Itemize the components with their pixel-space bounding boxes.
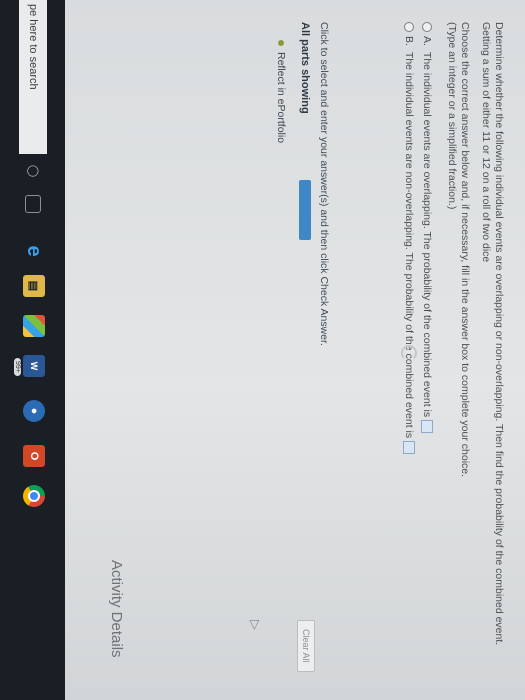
option-b-text: The individual events are non-overlappin… (403, 51, 415, 439)
all-parts-label: All parts showing (299, 22, 311, 114)
store-icon[interactable] (23, 315, 45, 337)
eportfolio-icon (278, 40, 284, 46)
question-line-1: Determine whether the following individu… (493, 22, 505, 646)
edge-icon[interactable]: e (23, 240, 46, 262)
question-line-4: (Type an integer or a simplified fractio… (446, 22, 458, 210)
reflect-eportfolio-link[interactable]: Reflect in ePortfolio (275, 40, 287, 143)
option-b[interactable]: B. The individual events are non-overlap… (403, 22, 415, 455)
clear-all-button[interactable]: Clear All (297, 620, 315, 672)
option-a[interactable]: A. The individual events are overlapping… (421, 22, 433, 434)
notification-badge: 99+ (14, 358, 21, 376)
option-a-letter: A. (421, 36, 433, 46)
instruction-text: Click to select and enter your answer(s)… (318, 22, 330, 346)
rotated-screen-photo: Determine whether the following individu… (0, 0, 525, 700)
taskbar-search-input[interactable]: pe here to search (19, 0, 47, 154)
loading-cursor-icon (401, 345, 417, 361)
radio-option-a[interactable] (422, 22, 432, 32)
question-line-2: Getting a sum of either 11 or 12 on a ro… (480, 22, 492, 263)
pointer-arrow-icon: ▷ (248, 620, 263, 630)
option-b-letter: B. (403, 36, 415, 46)
question-line-3: Choose the correct answer below and, if … (459, 22, 471, 478)
file-explorer-icon[interactable]: ▤ (23, 275, 45, 297)
chrome-icon[interactable] (23, 485, 45, 507)
question-text: Determine whether the following individu… (445, 22, 505, 662)
parts-progress-bar (299, 180, 311, 240)
task-view-icon[interactable] (25, 195, 41, 213)
answer-box-a[interactable] (421, 420, 433, 434)
answer-box-b[interactable] (403, 441, 415, 455)
radio-option-b[interactable] (404, 22, 414, 32)
mic-icon[interactable]: ◯ (23, 160, 45, 182)
app-icon[interactable]: ● (23, 400, 45, 422)
office-icon[interactable]: O (23, 445, 45, 467)
option-a-text: The individual events are overlapping. T… (421, 51, 433, 418)
reflect-label: Reflect in ePortfolio (275, 52, 287, 144)
windows-taskbar: pe here to search ◯ e ▤ W 99+ ● O (0, 0, 65, 700)
word-icon[interactable]: W (23, 355, 45, 377)
activity-details-link[interactable]: Activity Details (108, 560, 125, 658)
